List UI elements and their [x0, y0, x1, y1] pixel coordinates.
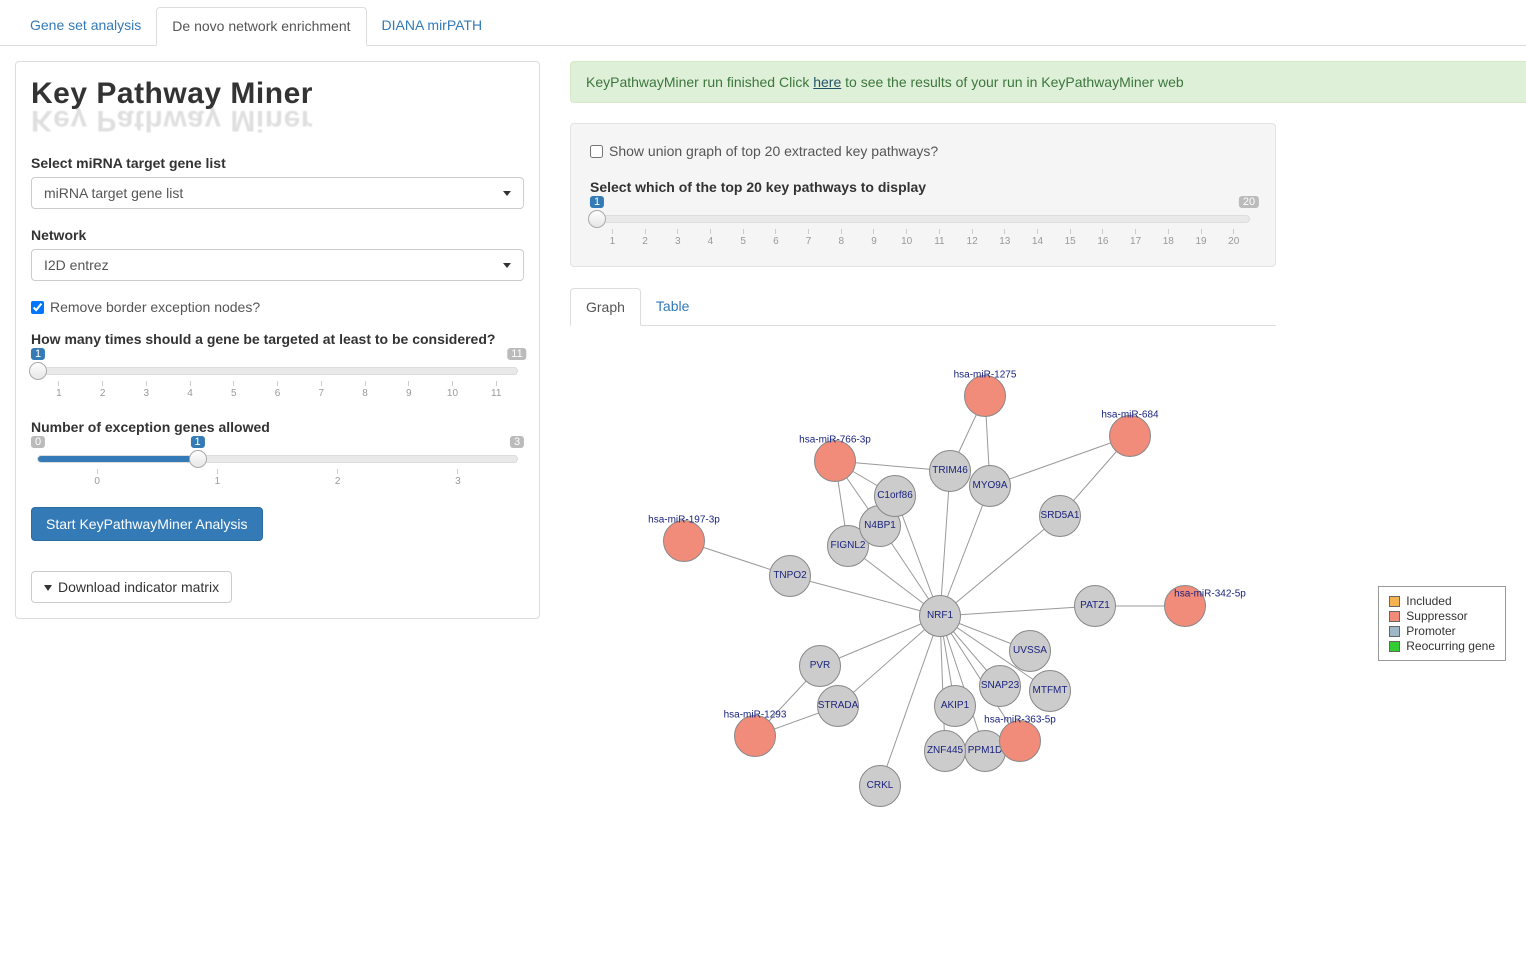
- tab-de-novo-network-enrichment[interactable]: De novo network enrichment: [156, 7, 366, 46]
- node-MYO9A[interactable]: MYO9A: [969, 465, 1011, 507]
- node-C1orf86[interactable]: C1orf86: [874, 475, 916, 517]
- pathway-slider[interactable]: 1 20: [596, 215, 1250, 223]
- node-m1293[interactable]: [734, 715, 776, 757]
- pathway-select-label: Select which of the top 20 key pathways …: [590, 179, 1256, 195]
- slider2-label: Number of exception genes allowed: [31, 419, 524, 435]
- network-select[interactable]: I2D entrez: [31, 249, 524, 281]
- node-STRADA[interactable]: STRADA: [817, 685, 859, 727]
- tab-gene-set-analysis[interactable]: Gene set analysis: [15, 7, 156, 46]
- start-analysis-button[interactable]: Start KeyPathwayMiner Analysis: [31, 507, 263, 541]
- display-controls-panel: Show union graph of top 20 extracted key…: [570, 123, 1276, 267]
- caret-down-icon: [503, 263, 511, 268]
- node-m684[interactable]: [1109, 415, 1151, 457]
- download-icon: [44, 585, 52, 591]
- kpm-logo: Key Pathway Miner Key Pathway Miner: [31, 77, 524, 137]
- union-graph-checkbox[interactable]: [590, 145, 603, 158]
- node-m197[interactable]: [663, 520, 705, 562]
- mirna-list-label: Select miRNA target gene list: [31, 155, 524, 171]
- node-m363[interactable]: [999, 720, 1041, 762]
- union-graph-label: Show union graph of top 20 extracted key…: [609, 143, 938, 159]
- node-UVSSA[interactable]: UVSSA: [1009, 630, 1051, 672]
- remove-border-label: Remove border exception nodes?: [50, 299, 260, 315]
- node-MTFMT[interactable]: MTFMT: [1029, 670, 1071, 712]
- node-m1275[interactable]: [964, 375, 1006, 417]
- node-ZNF445[interactable]: ZNF445: [924, 730, 966, 772]
- tab-table[interactable]: Table: [641, 288, 704, 326]
- targeted-slider[interactable]: 1 11: [37, 367, 518, 375]
- node-CRKL[interactable]: CRKL: [859, 765, 901, 807]
- network-label: Network: [31, 227, 524, 243]
- node-SRD5A1[interactable]: SRD5A1: [1039, 495, 1081, 537]
- node-TNPO2[interactable]: TNPO2: [769, 555, 811, 597]
- here-link[interactable]: here: [813, 74, 841, 90]
- mirna-list-select[interactable]: miRNA target gene list: [31, 177, 524, 209]
- remove-border-checkbox[interactable]: [31, 301, 44, 314]
- node-TRIM46[interactable]: TRIM46: [929, 450, 971, 492]
- graph-table-tabs: Graph Table: [570, 287, 1276, 326]
- node-PATZ1[interactable]: PATZ1: [1074, 585, 1116, 627]
- network-graph[interactable]: NRF1 TNPO2 FIGNL2 N4BP1 C1orf86 TRIM46 M…: [570, 336, 1506, 856]
- exception-slider[interactable]: 0 1 3: [37, 455, 518, 463]
- main-tabs: Gene set analysis De novo network enrich…: [0, 0, 1526, 46]
- node-AKIP1[interactable]: AKIP1: [934, 685, 976, 727]
- caret-down-icon: [503, 191, 511, 196]
- node-PVR[interactable]: PVR: [799, 645, 841, 687]
- download-indicator-matrix-button[interactable]: Download indicator matrix: [31, 571, 232, 603]
- graph-legend: Included Suppressor Promoter Reocurring …: [1378, 586, 1506, 661]
- node-NRF1[interactable]: NRF1: [919, 595, 961, 637]
- slider1-label: How many times should a gene be targeted…: [31, 331, 524, 347]
- node-m766[interactable]: [814, 440, 856, 482]
- node-SNAP23[interactable]: SNAP23: [979, 665, 1021, 707]
- tab-graph[interactable]: Graph: [570, 288, 641, 326]
- left-panel: Key Pathway Miner Key Pathway Miner Sele…: [15, 61, 540, 619]
- tab-diana-mirpath[interactable]: DIANA mirPATH: [367, 7, 498, 46]
- success-alert: KeyPathwayMiner run finished Click here …: [570, 61, 1526, 103]
